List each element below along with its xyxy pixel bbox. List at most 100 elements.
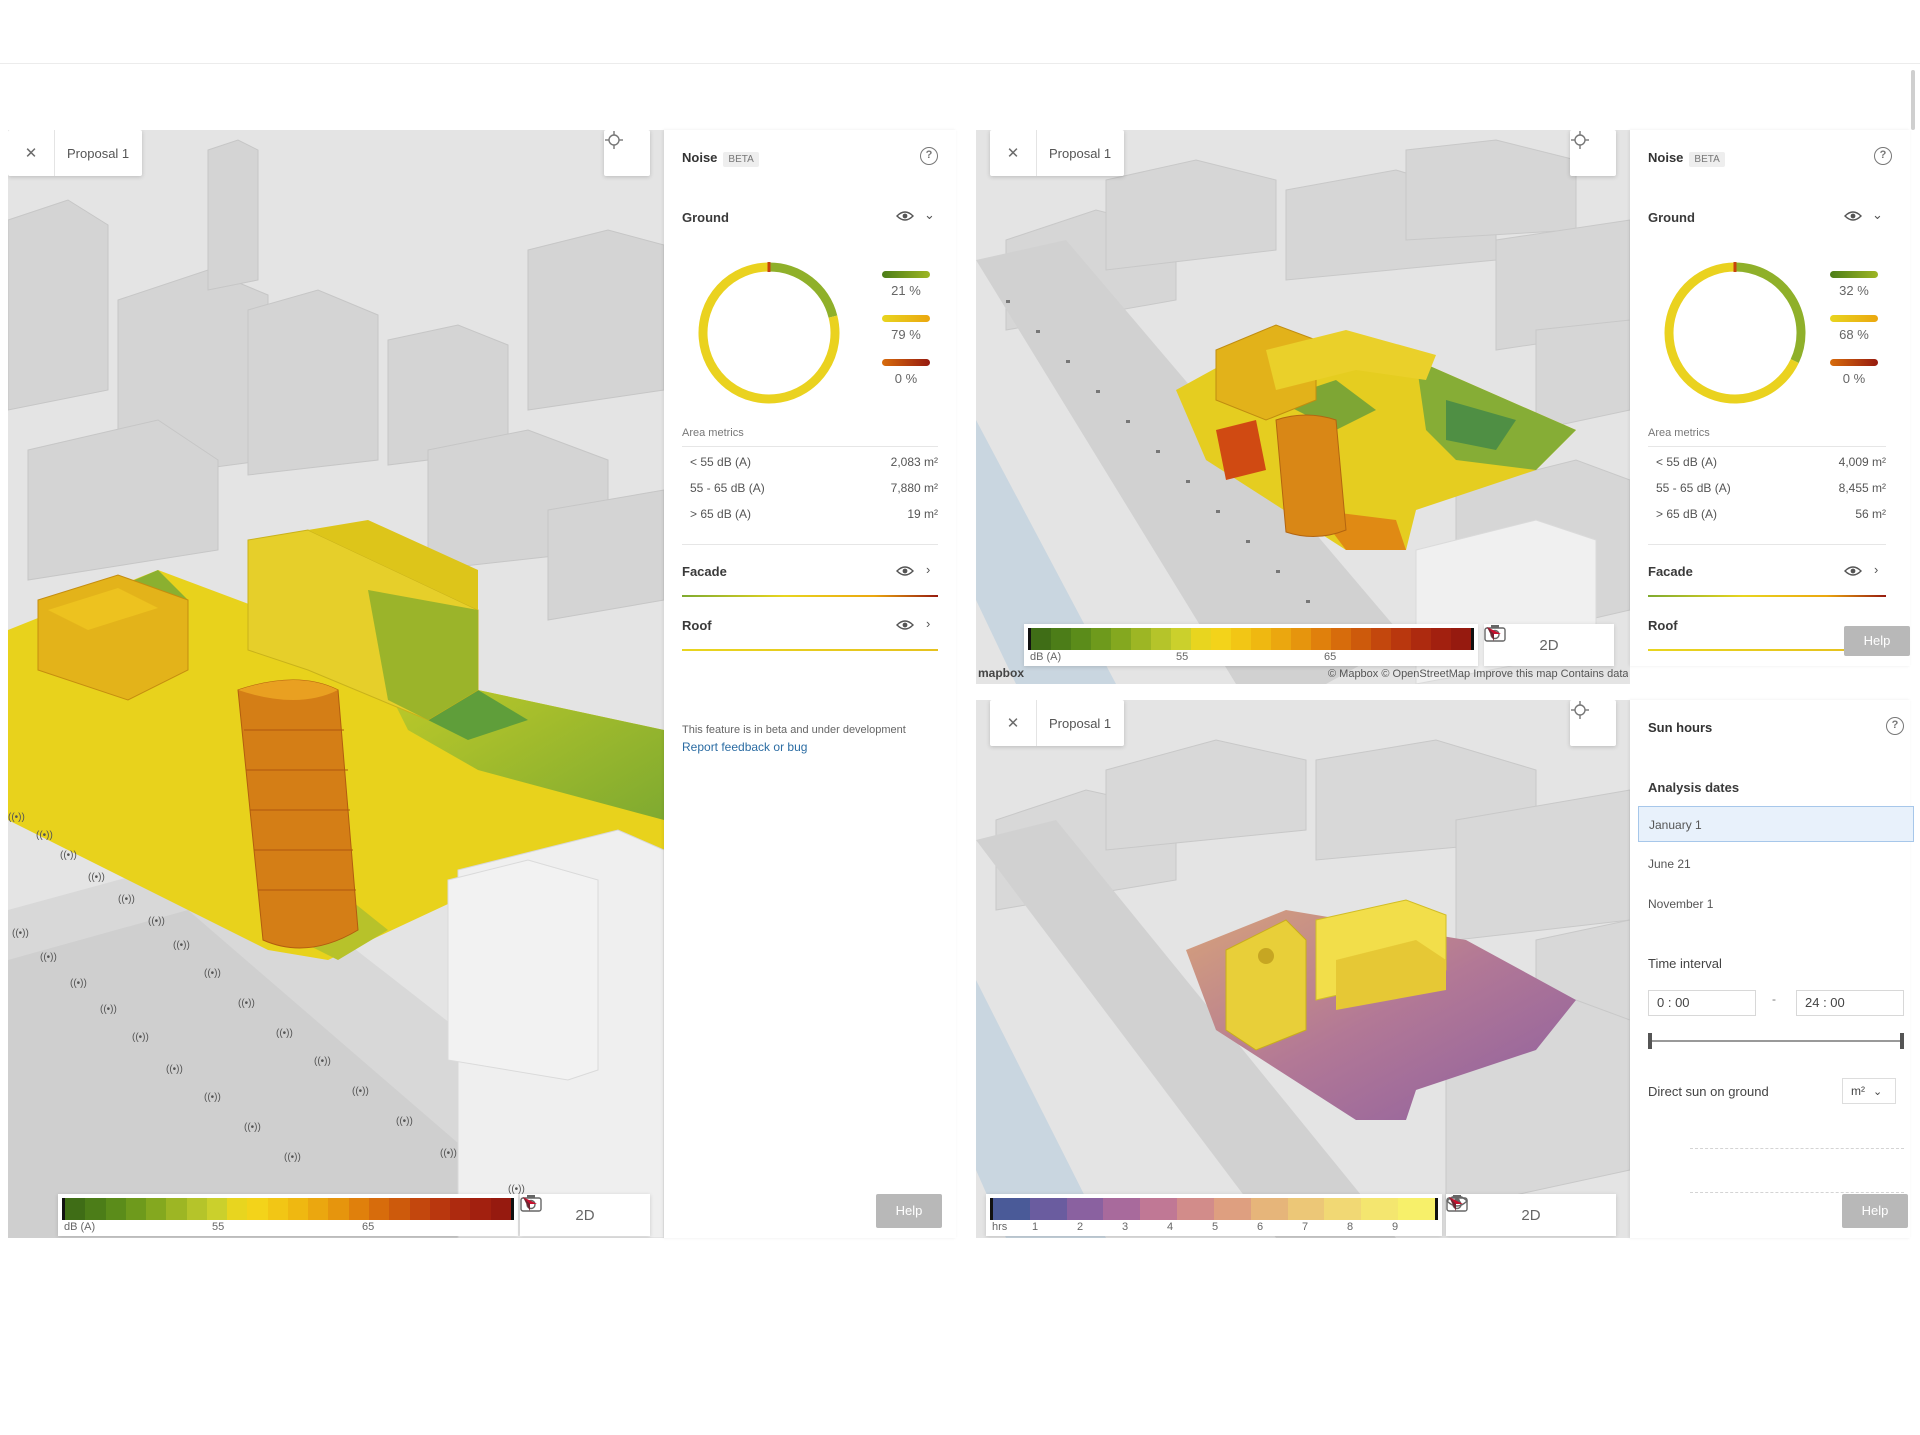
unit-select[interactable]: m² ⌄ xyxy=(1842,1078,1896,1104)
compass-icon[interactable] xyxy=(520,1194,540,1214)
map-tools: 2D xyxy=(1446,1194,1616,1236)
proposal-label: Proposal 1 xyxy=(1049,715,1112,731)
time-from-field[interactable]: 0 : 00 xyxy=(1648,990,1756,1016)
locate-button[interactable] xyxy=(1570,130,1616,176)
mode-2d-button[interactable]: 2D xyxy=(1521,1207,1540,1224)
sun-hours-panel: Sun hours ? Analysis dates January 1 Jun… xyxy=(1630,700,1914,1238)
date-option[interactable]: November 1 xyxy=(1638,886,1914,922)
bottom-right-map-view[interactable]: ✕ Proposal 1 hrs 1 2 3 4 5 6 7 8 9 2D xyxy=(976,700,1630,1238)
time-slider-end-handle[interactable] xyxy=(1900,1033,1904,1049)
eye-icon[interactable] xyxy=(896,619,914,631)
mapbox-logo[interactable]: mapbox xyxy=(978,666,1024,680)
chevron-right-icon[interactable]: › xyxy=(1874,562,1878,577)
help-icon[interactable]: ? xyxy=(920,147,938,165)
legend-swatch xyxy=(1371,628,1391,650)
svg-text:((•)): ((•)) xyxy=(8,812,25,823)
close-icon[interactable]: ✕ xyxy=(8,144,54,162)
chevron-down-icon[interactable]: ⌄ xyxy=(924,207,935,223)
metric-value: 4,009 m² xyxy=(1838,455,1886,469)
metric-label: < 55 dB (A) xyxy=(1656,455,1718,469)
legend-tick: 8 xyxy=(1347,1221,1354,1233)
roof-section-label[interactable]: Roof xyxy=(1648,618,1678,633)
legend-swatch xyxy=(1431,628,1451,650)
mode-2d-button[interactable]: 2D xyxy=(1539,637,1558,654)
sun-legend-bar xyxy=(990,1198,1438,1220)
map-attribution[interactable]: © Mapbox © OpenStreetMap Improve this ma… xyxy=(1328,668,1628,680)
panel-title: Noise BETA xyxy=(1648,150,1725,167)
svg-text:((•)): ((•)) xyxy=(118,894,135,905)
legend-bar-mid xyxy=(882,315,930,322)
chevron-down-icon[interactable]: ⌄ xyxy=(1872,207,1883,223)
legend-swatch xyxy=(125,1198,147,1220)
eye-icon[interactable] xyxy=(1844,565,1862,577)
beta-badge: BETA xyxy=(723,152,759,167)
legend-swatch xyxy=(1331,628,1351,650)
beta-note: This feature is in beta and under develo… xyxy=(682,724,906,736)
pct-low: 21 % xyxy=(891,283,921,298)
compass-icon[interactable] xyxy=(1484,624,1504,644)
pct-high: 0 % xyxy=(1842,371,1866,386)
legend-swatch xyxy=(1451,628,1471,650)
eye-icon[interactable] xyxy=(896,565,914,577)
top-right-map-view[interactable]: ✕ Proposal 1 dB (A) 55 65 2D mapbox © Ma… xyxy=(976,130,1630,684)
locate-button[interactable] xyxy=(1570,700,1616,746)
sun-legend-ticks: hrs 1 2 3 4 5 6 7 8 9 xyxy=(992,1221,1436,1235)
roof-section-label[interactable]: Roof xyxy=(682,618,712,633)
legend-tick: 55 xyxy=(1176,651,1189,663)
pct-low: 32 % xyxy=(1839,283,1869,298)
locate-button[interactable] xyxy=(604,130,650,176)
svg-text:((•)): ((•)) xyxy=(238,998,255,1009)
legend-swatch xyxy=(1351,628,1371,650)
help-button[interactable]: Help xyxy=(1842,1194,1908,1228)
close-icon[interactable]: ✕ xyxy=(990,144,1036,162)
svg-text:((•)): ((•)) xyxy=(60,850,77,861)
legend-bar-high xyxy=(882,359,930,366)
legend-swatch xyxy=(368,1198,390,1220)
time-slider-track[interactable] xyxy=(1650,1040,1902,1042)
feedback-link[interactable]: Report feedback or bug xyxy=(682,740,807,754)
chevron-down-icon: ⌄ xyxy=(1873,1086,1883,1098)
divider xyxy=(1648,544,1886,545)
legend-swatch xyxy=(166,1198,187,1220)
help-button[interactable]: Help xyxy=(876,1194,942,1228)
svg-text:((•)): ((•)) xyxy=(100,1004,117,1015)
close-icon[interactable]: ✕ xyxy=(990,714,1036,732)
facade-section-label[interactable]: Facade xyxy=(1648,564,1693,579)
panel-title: Sun hours xyxy=(1648,720,1713,735)
date-option[interactable]: June 21 xyxy=(1638,846,1914,882)
svg-text:((•)): ((•)) xyxy=(88,872,105,883)
help-button[interactable]: Help xyxy=(1844,626,1910,656)
help-icon[interactable]: ? xyxy=(1886,717,1904,735)
metric-label: < 55 dB (A) xyxy=(690,455,752,469)
facade-section-label[interactable]: Facade xyxy=(682,564,727,579)
legend-swatch xyxy=(308,1198,329,1220)
bottom-right-map-scene xyxy=(976,700,1630,1238)
top-divider xyxy=(0,63,1920,64)
date-option[interactable]: January 1 xyxy=(1638,806,1914,842)
compass-icon[interactable] xyxy=(1446,1194,1466,1214)
page-scrollbar[interactable] xyxy=(1911,70,1915,130)
area-metrics-label: Area metrics xyxy=(682,427,744,439)
legend-swatch xyxy=(1411,628,1431,650)
noise-legend-ticks: dB (A) 55 65 xyxy=(1030,651,1472,665)
chevron-right-icon[interactable]: › xyxy=(926,616,930,631)
legend-swatch xyxy=(186,1198,207,1220)
noise-panel-left: Noise BETA ? Ground ⌄ 21 % 79 % 0 % Area … xyxy=(664,130,956,1238)
time-to-field[interactable]: 24 : 00 xyxy=(1796,990,1904,1016)
left-map-view[interactable]: ((•)) ((•)) ((•)) ((•)) ((•)) ((•)) ((•)) ((•… xyxy=(8,130,664,1238)
legend-tick: 5 xyxy=(1212,1221,1219,1233)
eye-icon[interactable] xyxy=(896,210,914,222)
crosshair-icon xyxy=(1571,131,1589,149)
roof-gradient xyxy=(1648,649,1848,651)
metric-label: > 65 dB (A) xyxy=(1656,507,1718,521)
svg-text:((•)): ((•)) xyxy=(12,928,29,939)
svg-text:((•)): ((•)) xyxy=(284,1152,301,1163)
metric-value: 56 m² xyxy=(1855,507,1886,521)
mode-2d-button[interactable]: 2D xyxy=(575,1207,594,1224)
time-slider-start-handle[interactable] xyxy=(1648,1033,1652,1049)
chevron-right-icon[interactable]: › xyxy=(926,562,930,577)
eye-icon[interactable] xyxy=(1844,210,1862,222)
metric-label: > 65 dB (A) xyxy=(690,507,752,521)
svg-text:((•)): ((•)) xyxy=(204,968,221,979)
help-icon[interactable]: ? xyxy=(1874,147,1892,165)
